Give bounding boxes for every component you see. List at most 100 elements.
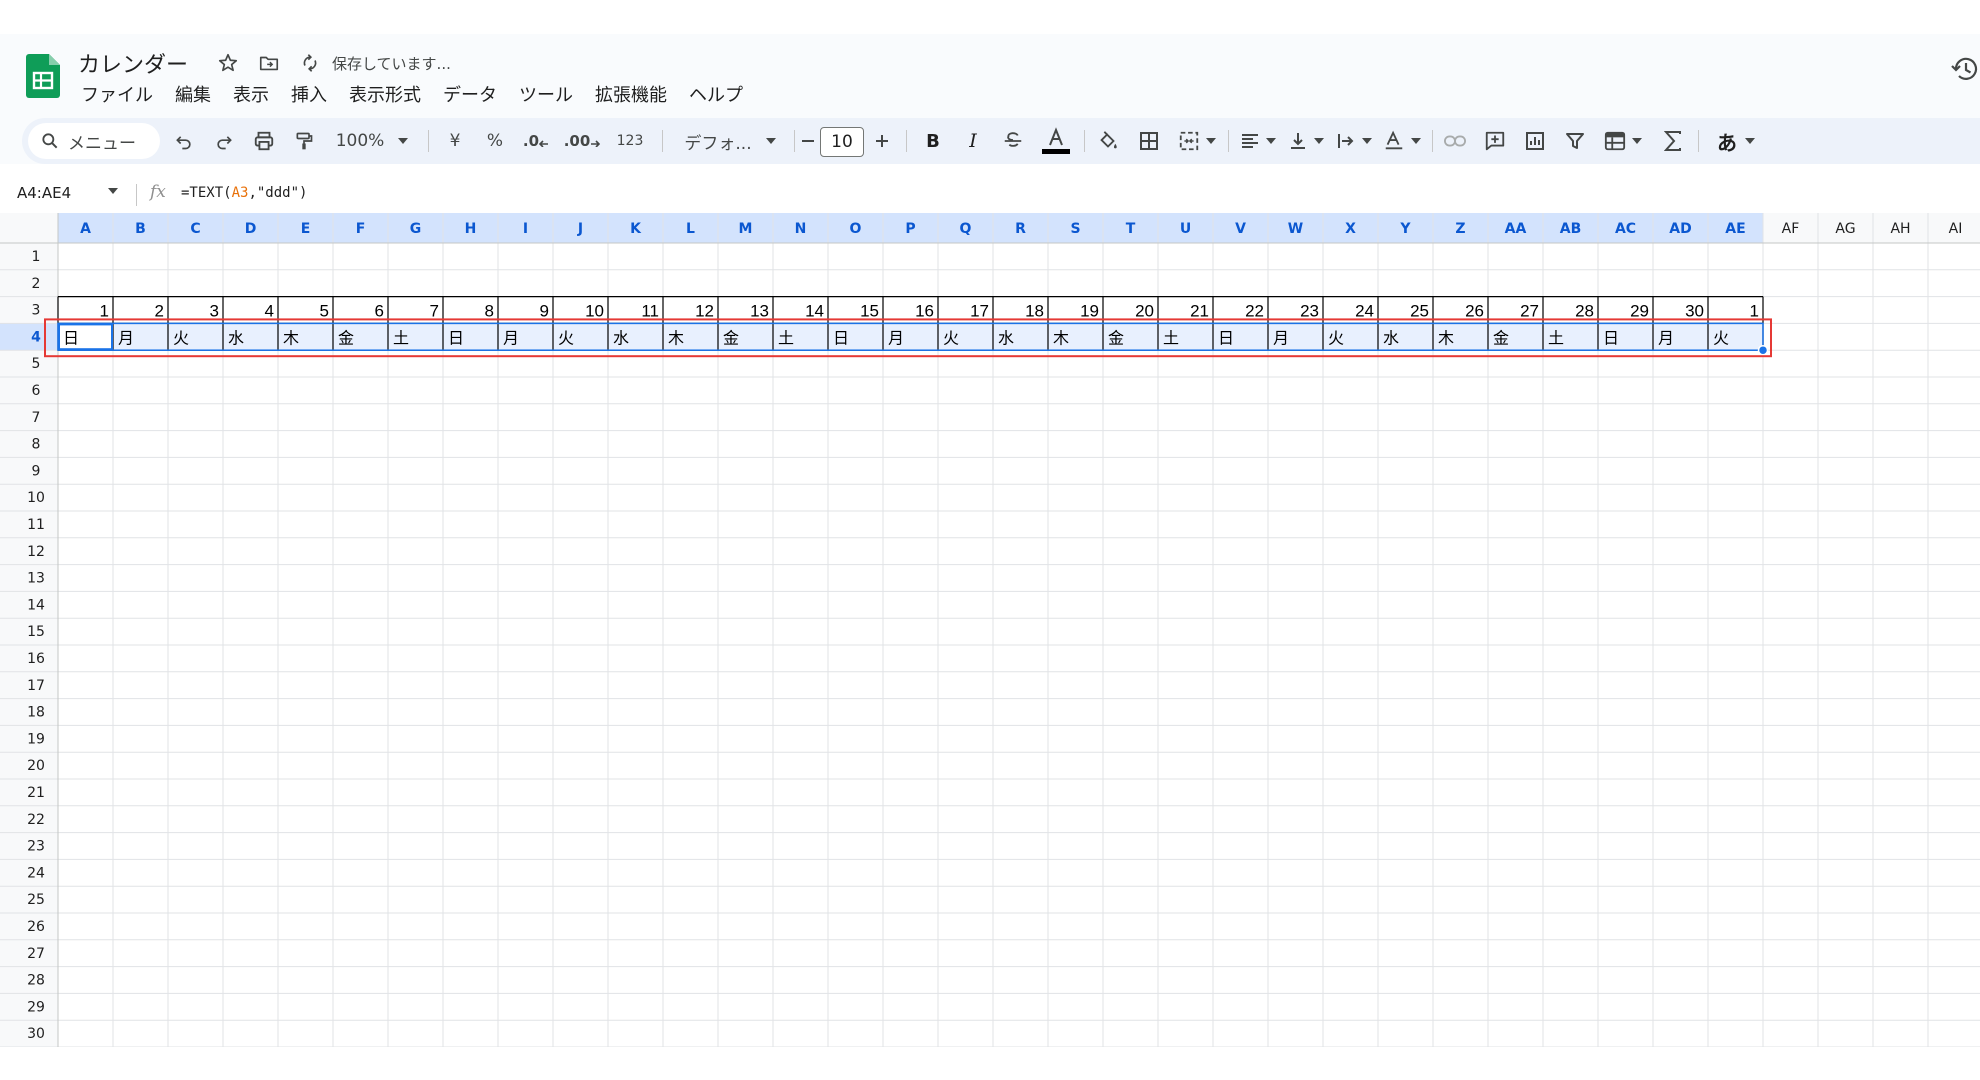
italic-button[interactable]: I bbox=[956, 118, 990, 164]
cell-date: 26 bbox=[1465, 302, 1484, 321]
row-header: 16 bbox=[27, 651, 45, 667]
currency-format-button[interactable]: ¥ bbox=[440, 118, 470, 164]
font-size-input[interactable]: 10 bbox=[820, 127, 864, 157]
toolbar-divider bbox=[662, 130, 663, 152]
column-header: AB bbox=[1560, 221, 1582, 237]
decrease-font-size-button[interactable] bbox=[796, 118, 820, 164]
star-icon[interactable] bbox=[215, 50, 241, 76]
percent-label: % bbox=[486, 131, 504, 151]
row-header: 29 bbox=[27, 999, 45, 1015]
cell-weekday: 火 bbox=[1713, 328, 1729, 347]
cell-weekday: 木 bbox=[283, 328, 299, 347]
merge-cells-button[interactable] bbox=[1174, 118, 1220, 164]
column-header: Q bbox=[960, 221, 972, 237]
print-icon bbox=[254, 131, 274, 151]
cell-date: 1 bbox=[1750, 302, 1759, 321]
menu-help[interactable]: ヘルプ bbox=[678, 81, 754, 107]
row-header: 1 bbox=[32, 249, 41, 265]
insert-comment-button[interactable] bbox=[1478, 118, 1512, 164]
percent-format-button[interactable]: % bbox=[480, 118, 510, 164]
cell-weekday: 金 bbox=[723, 328, 739, 347]
menu-bar: ファイル 編集 表示 挿入 表示形式 データ ツール 拡張機能 ヘルプ bbox=[70, 80, 754, 108]
redo-button[interactable] bbox=[208, 118, 240, 164]
input-tools-button[interactable]: あ bbox=[1706, 118, 1766, 164]
filter-button[interactable] bbox=[1558, 118, 1592, 164]
cell-date: 1 bbox=[100, 302, 109, 321]
italic-label: I bbox=[969, 130, 977, 152]
cell-date: 22 bbox=[1245, 302, 1264, 321]
menu-insert[interactable]: 挿入 bbox=[280, 81, 338, 107]
column-header: AE bbox=[1725, 221, 1745, 237]
column-header: P bbox=[905, 221, 915, 237]
column-header: K bbox=[630, 221, 642, 237]
cell-weekday: 金 bbox=[1493, 328, 1509, 347]
text-wrap-button[interactable] bbox=[1332, 118, 1376, 164]
cell-date: 21 bbox=[1190, 302, 1209, 321]
align-icon bbox=[1242, 134, 1258, 148]
column-header: H bbox=[465, 221, 477, 237]
strikethrough-button[interactable] bbox=[996, 118, 1030, 164]
chevron-down-icon bbox=[1411, 138, 1421, 144]
zoom-select[interactable]: 100% bbox=[332, 118, 412, 164]
horizontal-align-button[interactable] bbox=[1236, 118, 1280, 164]
formula-input[interactable]: =TEXT(A3,"ddd") bbox=[181, 185, 307, 201]
vertical-align-button[interactable] bbox=[1284, 118, 1328, 164]
menu-search[interactable]: メニュー bbox=[28, 123, 160, 159]
cell-weekday: 木 bbox=[1438, 328, 1454, 347]
cell-date: 18 bbox=[1025, 302, 1044, 321]
cell-date: 23 bbox=[1300, 302, 1319, 321]
filter-views-button[interactable] bbox=[1598, 118, 1648, 164]
fill-color-button[interactable] bbox=[1090, 118, 1126, 164]
document-title[interactable]: カレンダー bbox=[78, 47, 188, 79]
text-rotation-button[interactable] bbox=[1380, 118, 1424, 164]
toolbar-divider bbox=[1698, 130, 1699, 152]
filter-icon bbox=[1566, 133, 1584, 149]
print-button[interactable] bbox=[248, 118, 280, 164]
chevron-down-icon bbox=[765, 138, 776, 144]
version-history-icon[interactable] bbox=[1950, 54, 1980, 84]
menu-extensions[interactable]: 拡張機能 bbox=[584, 81, 678, 107]
row-header: 20 bbox=[27, 758, 45, 774]
column-header: C bbox=[190, 221, 200, 237]
filter-views-icon bbox=[1604, 131, 1626, 151]
undo-icon bbox=[176, 136, 191, 150]
undo-button[interactable] bbox=[168, 118, 200, 164]
chevron-down-icon bbox=[1314, 138, 1324, 144]
formula-cell-reference: A3 bbox=[231, 185, 249, 201]
increase-font-size-button[interactable] bbox=[868, 118, 896, 164]
menu-view[interactable]: 表示 bbox=[222, 81, 280, 107]
cell-date: 9 bbox=[540, 302, 549, 321]
cell-date: 25 bbox=[1410, 302, 1429, 321]
menu-tools[interactable]: ツール bbox=[508, 81, 584, 107]
increase-decimal-button[interactable]: .00 bbox=[562, 118, 602, 164]
fill-handle[interactable] bbox=[1757, 344, 1769, 356]
insert-chart-button[interactable] bbox=[1518, 118, 1552, 164]
number-format-button[interactable]: 123 bbox=[608, 118, 652, 164]
selected-row-highlight bbox=[0, 323, 58, 351]
sheets-logo-icon[interactable] bbox=[26, 54, 60, 98]
menu-format[interactable]: 表示形式 bbox=[338, 81, 432, 107]
cell-weekday: 月 bbox=[1273, 328, 1289, 347]
name-box[interactable]: A4:AE4 bbox=[17, 184, 71, 202]
menu-file[interactable]: ファイル bbox=[70, 81, 164, 107]
comment-icon bbox=[1485, 131, 1505, 151]
text-color-button[interactable] bbox=[1036, 118, 1076, 164]
paint-format-button[interactable] bbox=[288, 118, 320, 164]
decrease-decimal-button[interactable]: .0 bbox=[518, 118, 554, 164]
chevron-down-icon[interactable] bbox=[108, 188, 118, 194]
row-header: 12 bbox=[27, 544, 45, 560]
spreadsheet-grid[interactable]: A B C D E F G H I J K L M N O P Q R S T U V W X Y Z AA AB AC AD AE AF AG… bbox=[0, 213, 1980, 1047]
grid-canvas[interactable]: A B C D E F G H I J K L M N O P Q R S T U V W X Y Z AA AB AC AD AE AF AG… bbox=[0, 213, 1980, 1047]
menu-data[interactable]: データ bbox=[432, 81, 508, 107]
borders-button[interactable] bbox=[1132, 118, 1166, 164]
bold-button[interactable]: B bbox=[916, 118, 950, 164]
functions-button[interactable] bbox=[1656, 118, 1690, 164]
column-header: N bbox=[795, 221, 807, 237]
arrow-right-icon bbox=[591, 140, 601, 147]
cell-date: 27 bbox=[1520, 302, 1539, 321]
menu-edit[interactable]: 編集 bbox=[164, 81, 222, 107]
cell-date: 14 bbox=[805, 302, 824, 321]
insert-link-button[interactable] bbox=[1438, 118, 1472, 164]
font-family-select[interactable]: デフォ... bbox=[672, 118, 788, 164]
move-folder-icon[interactable] bbox=[256, 50, 282, 76]
